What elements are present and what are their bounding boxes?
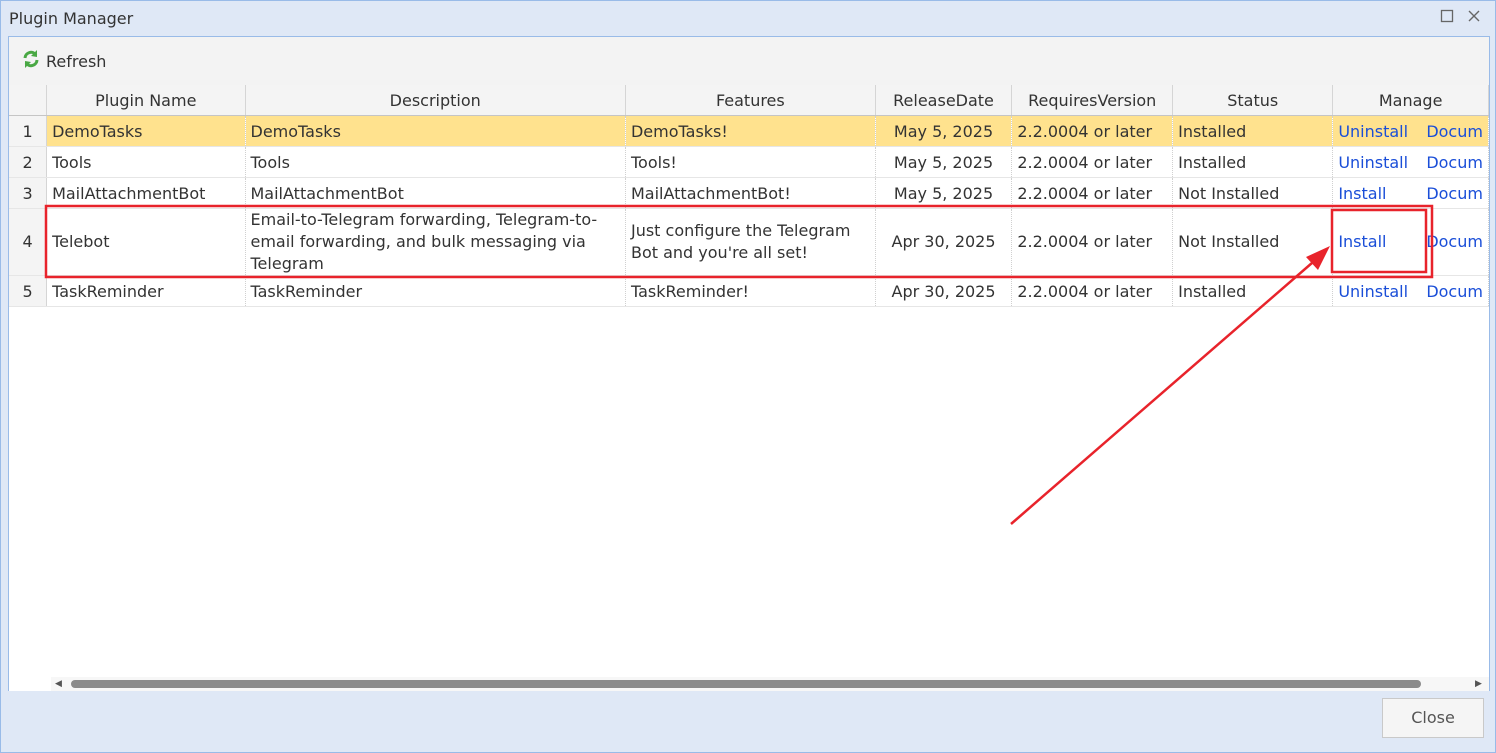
requires-version-cell: 2.2.0004 or later [1011, 275, 1174, 307]
manage-cell: Uninstall Docum [1332, 146, 1489, 178]
plugin-grid: Plugin Name Description Features Release… [9, 85, 1489, 677]
uninstall-link[interactable]: Uninstall [1338, 282, 1426, 301]
window-title: Plugin Manager [9, 9, 134, 28]
plugin-name-cell: TaskReminder [46, 275, 246, 307]
table-row[interactable]: 5 TaskReminder TaskReminder TaskReminder… [9, 275, 1489, 307]
release-date-cell: Apr 30, 2025 [875, 208, 1013, 276]
release-date-cell: May 5, 2025 [875, 146, 1013, 178]
dialog-footer: Close [1, 691, 1495, 752]
refresh-label: Refresh [46, 51, 107, 71]
toolbar: Refresh [9, 37, 1489, 86]
table-row[interactable]: 1 DemoTasks DemoTasks DemoTasks! May 5, … [9, 115, 1489, 147]
row-number: 4 [9, 208, 48, 276]
scroll-right-icon[interactable]: ▶ [1475, 679, 1482, 689]
description-cell: Email-to-Telegram forwarding, Telegram-t… [245, 208, 626, 276]
description-cell: MailAttachmentBot [245, 177, 626, 209]
manage-cell: Install Docum [1332, 177, 1489, 209]
scrollbar-thumb[interactable] [71, 680, 1421, 688]
table-row[interactable]: 3 MailAttachmentBot MailAttachmentBot Ma… [9, 177, 1489, 209]
status-cell: Not Installed [1172, 208, 1334, 276]
column-header-release-date[interactable]: ReleaseDate [875, 85, 1013, 116]
column-header-plugin-name[interactable]: Plugin Name [46, 85, 246, 116]
row-number: 5 [9, 275, 48, 307]
column-header-features[interactable]: Features [625, 85, 876, 116]
table-row[interactable]: 4 Telebot Email-to-Telegram forwarding, … [9, 208, 1489, 276]
install-link[interactable]: Install [1338, 184, 1426, 203]
features-cell: MailAttachmentBot! [625, 177, 876, 209]
release-date-cell: May 5, 2025 [875, 177, 1013, 209]
column-header-status[interactable]: Status [1172, 85, 1334, 116]
manage-cell: Uninstall Docum [1332, 275, 1489, 307]
release-date-cell: May 5, 2025 [875, 115, 1013, 147]
plugin-panel: Refresh Plugin Name Description Features… [8, 36, 1490, 692]
plugin-name-cell: Tools [46, 146, 246, 178]
row-number: 2 [9, 146, 48, 178]
documentation-link[interactable]: Docum [1426, 122, 1483, 141]
documentation-link[interactable]: Docum [1426, 184, 1483, 203]
status-cell: Installed [1172, 146, 1334, 178]
maximize-icon[interactable] [1439, 9, 1455, 25]
description-cell: TaskReminder [245, 275, 626, 307]
description-cell: Tools [245, 146, 626, 178]
requires-version-cell: 2.2.0004 or later [1011, 177, 1174, 209]
requires-version-cell: 2.2.0004 or later [1011, 146, 1174, 178]
status-cell: Installed [1172, 275, 1334, 307]
row-number: 3 [9, 177, 48, 209]
requires-version-cell: 2.2.0004 or later [1011, 208, 1174, 276]
column-header-manage[interactable]: Manage [1332, 85, 1489, 116]
plugin-manager-window: Plugin Manager Refresh Plugin Name Descr… [0, 0, 1496, 753]
refresh-icon [21, 49, 41, 73]
column-header-requires-version[interactable]: RequiresVersion [1011, 85, 1174, 116]
manage-cell: Install Docum [1332, 208, 1489, 276]
scroll-left-icon[interactable]: ◀ [55, 679, 62, 689]
refresh-button[interactable]: Refresh [21, 50, 106, 72]
horizontal-scrollbar[interactable]: ◀ ▶ [51, 677, 1489, 691]
release-date-cell: Apr 30, 2025 [875, 275, 1013, 307]
status-cell: Installed [1172, 115, 1334, 147]
features-cell: DemoTasks! [625, 115, 876, 147]
uninstall-link[interactable]: Uninstall [1338, 122, 1426, 141]
features-cell: TaskReminder! [625, 275, 876, 307]
manage-cell: Uninstall Docum [1332, 115, 1489, 147]
description-cell: DemoTasks [245, 115, 626, 147]
documentation-link[interactable]: Docum [1426, 282, 1483, 301]
table-row[interactable]: 2 Tools Tools Tools! May 5, 2025 2.2.000… [9, 146, 1489, 178]
close-button[interactable]: Close [1382, 698, 1484, 738]
documentation-link[interactable]: Docum [1426, 232, 1483, 251]
features-cell: Just configure the Telegram Bot and you'… [625, 208, 876, 276]
close-icon[interactable] [1466, 9, 1482, 25]
plugin-name-cell: Telebot [46, 208, 246, 276]
title-bar: Plugin Manager [1, 1, 1495, 35]
row-number: 1 [9, 115, 48, 147]
features-cell: Tools! [625, 146, 876, 178]
row-number-header [9, 85, 48, 116]
header-row: Plugin Name Description Features Release… [9, 85, 1489, 116]
plugin-name-cell: DemoTasks [46, 115, 246, 147]
install-link[interactable]: Install [1338, 231, 1426, 253]
column-header-description[interactable]: Description [245, 85, 626, 116]
plugin-table: Plugin Name Description Features Release… [9, 85, 1489, 307]
status-cell: Not Installed [1172, 177, 1334, 209]
uninstall-link[interactable]: Uninstall [1338, 153, 1426, 172]
plugin-name-cell: MailAttachmentBot [46, 177, 246, 209]
documentation-link[interactable]: Docum [1426, 153, 1483, 172]
requires-version-cell: 2.2.0004 or later [1011, 115, 1174, 147]
